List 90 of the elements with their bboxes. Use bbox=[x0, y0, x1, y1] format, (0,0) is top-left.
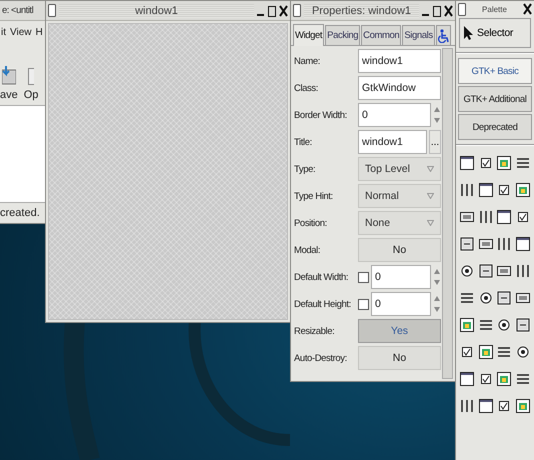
toggle-button[interactable]: No bbox=[358, 346, 441, 370]
widget-icon[interactable] bbox=[514, 344, 531, 360]
selector-button[interactable]: Selector bbox=[459, 18, 531, 48]
window-menu-icon[interactable] bbox=[48, 4, 56, 17]
widget-icon[interactable] bbox=[514, 317, 531, 333]
widget-icon[interactable] bbox=[478, 398, 494, 414]
widget-icon[interactable] bbox=[459, 263, 475, 279]
dropdown-arrow-icon bbox=[427, 193, 434, 199]
widget-icon[interactable] bbox=[478, 236, 494, 252]
widget-icon[interactable] bbox=[459, 182, 475, 198]
property-label: Default Width: bbox=[294, 272, 350, 282]
window-menu-icon[interactable] bbox=[293, 4, 301, 17]
palette-group-button[interactable]: GTK+ Basic bbox=[458, 58, 532, 84]
widget-icon[interactable] bbox=[496, 290, 512, 306]
property-label: Type: bbox=[294, 164, 316, 174]
property-label: Modal: bbox=[294, 244, 322, 256]
widget-icon[interactable] bbox=[459, 317, 475, 333]
widget-icon[interactable] bbox=[478, 209, 494, 225]
dropdown-arrow-icon bbox=[427, 220, 434, 226]
widget-icon[interactable] bbox=[459, 209, 475, 225]
widget-icon[interactable] bbox=[496, 263, 512, 279]
menu-item[interactable]: it bbox=[1, 26, 6, 38]
menu-item[interactable]: View bbox=[10, 26, 32, 38]
window-title: e: <untitl bbox=[0, 1, 48, 21]
tab[interactable]: Packing bbox=[325, 25, 360, 45]
window-title: window1 bbox=[59, 4, 254, 18]
property-label: Border Width: bbox=[294, 110, 348, 120]
maximize-icon[interactable] bbox=[268, 4, 276, 16]
dropdown-arrow-icon bbox=[427, 166, 434, 172]
window-menu-icon[interactable] bbox=[458, 2, 466, 16]
widget-icon[interactable] bbox=[478, 263, 494, 279]
close-icon[interactable] bbox=[279, 4, 288, 16]
widget-icon[interactable] bbox=[459, 236, 475, 252]
widget-icon[interactable] bbox=[459, 155, 475, 171]
property-label: Name: bbox=[294, 56, 321, 66]
scrollbar[interactable] bbox=[442, 48, 453, 379]
widget-icon[interactable] bbox=[459, 344, 475, 360]
checkbox[interactable] bbox=[358, 298, 369, 310]
palette-group-button[interactable]: GTK+ Additional bbox=[458, 86, 532, 112]
tab[interactable]: Signals bbox=[402, 25, 435, 45]
property-label: Class: bbox=[294, 82, 319, 94]
dropdown[interactable]: Top Level bbox=[358, 157, 441, 181]
widget-icon[interactable] bbox=[514, 182, 531, 198]
number-field[interactable]: 0 bbox=[358, 103, 431, 127]
window-title: Properties: window1 bbox=[304, 4, 419, 18]
widget-icon[interactable] bbox=[496, 209, 512, 225]
toggle-button[interactable]: Yes bbox=[358, 319, 441, 343]
widget-icon[interactable] bbox=[496, 371, 512, 387]
toolbar-button-label[interactable]: ave bbox=[0, 89, 18, 101]
property-label: Resizable: bbox=[294, 326, 336, 336]
widget-icon[interactable] bbox=[459, 371, 475, 387]
property-label: Title: bbox=[294, 136, 313, 148]
text-field[interactable]: window1 bbox=[358, 49, 441, 73]
widget-icon[interactable] bbox=[478, 344, 494, 360]
widget-icon[interactable] bbox=[478, 290, 494, 306]
property-label: Auto-Destroy: bbox=[294, 352, 348, 364]
palette-group-button[interactable]: Deprecated bbox=[458, 114, 532, 140]
tab[interactable]: Common bbox=[361, 25, 402, 45]
text-field[interactable]: window1 bbox=[358, 130, 427, 154]
pointer-icon bbox=[463, 25, 473, 41]
property-label: Position: bbox=[294, 218, 328, 228]
number-field[interactable]: 0 bbox=[371, 265, 431, 289]
edit-button[interactable]: ... bbox=[429, 130, 441, 154]
toggle-button[interactable]: No bbox=[358, 238, 441, 262]
toolbar-button-label[interactable]: Op bbox=[24, 89, 38, 101]
close-icon[interactable] bbox=[444, 4, 453, 16]
property-label: Type Hint: bbox=[294, 190, 334, 202]
accessibility-tab[interactable] bbox=[436, 25, 451, 45]
widget-icon[interactable] bbox=[496, 236, 512, 252]
save-icon[interactable] bbox=[2, 64, 16, 86]
property-label: Default Height: bbox=[294, 298, 352, 310]
widget-icon[interactable] bbox=[514, 290, 531, 306]
widget-icon[interactable] bbox=[496, 317, 512, 333]
wheelchair-icon bbox=[438, 29, 449, 43]
checkbox[interactable] bbox=[358, 272, 369, 282]
widget-icon[interactable] bbox=[514, 236, 531, 252]
close-icon[interactable] bbox=[523, 3, 532, 15]
number-field[interactable]: 0 bbox=[371, 292, 431, 316]
dropdown[interactable]: None bbox=[358, 211, 441, 235]
maximize-icon[interactable] bbox=[433, 4, 441, 16]
tab[interactable]: Widget bbox=[293, 24, 324, 46]
widget-icon[interactable] bbox=[514, 398, 531, 414]
widget-icon[interactable] bbox=[496, 155, 512, 171]
widget-icon[interactable] bbox=[514, 263, 531, 279]
menu-item[interactable]: H bbox=[36, 26, 43, 38]
text-field[interactable]: GtkWindow bbox=[358, 76, 441, 100]
widget-icon[interactable] bbox=[478, 182, 494, 198]
dropdown[interactable]: Normal bbox=[358, 184, 441, 208]
window-title: Palette bbox=[481, 4, 508, 14]
widget-icon[interactable] bbox=[459, 398, 475, 414]
